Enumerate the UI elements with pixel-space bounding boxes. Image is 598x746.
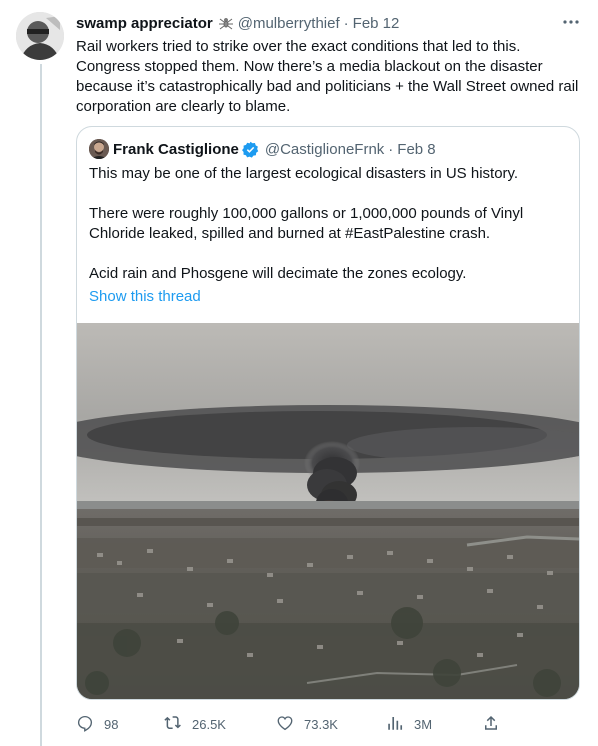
quoted-tweet[interactable]: Frank Castiglione @CastiglioneFrnk · Feb… (76, 126, 580, 700)
views-icon (386, 714, 414, 735)
views-button[interactable]: 3M (386, 712, 432, 736)
quote-separator: · (388, 140, 394, 158)
avatar[interactable] (16, 12, 64, 60)
quote-display-name[interactable]: Frank Castiglione (113, 141, 239, 158)
show-thread-link[interactable]: Show this thread (89, 288, 201, 305)
retweet-count: 26.5K (192, 716, 226, 732)
quote-header: Frank Castiglione @CastiglioneFrnk · Feb… (89, 139, 436, 159)
quote-handle[interactable]: @CastiglioneFrnk (265, 141, 384, 158)
reply-icon (76, 714, 104, 735)
reply-button[interactable]: 98 (76, 712, 118, 736)
views-count: 3M (414, 716, 433, 732)
quote-avatar (89, 139, 109, 159)
thread-line (40, 64, 42, 746)
handle[interactable]: @mulberrythief (238, 15, 340, 32)
share-button[interactable] (482, 712, 510, 736)
verified-icon (241, 141, 259, 158)
reply-count: 98 (104, 716, 119, 732)
tweet-text: Rail workers tried to strike over the ex… (76, 38, 579, 115)
retweet-button[interactable]: 26.5K (164, 712, 226, 736)
like-button[interactable]: 73.3K (276, 712, 338, 736)
more-icon[interactable] (560, 12, 582, 32)
quote-photo[interactable] (77, 323, 579, 699)
tweet-date[interactable]: Feb 12 (353, 15, 400, 32)
share-icon (482, 714, 510, 735)
retweet-icon (164, 714, 192, 735)
quote-date[interactable]: Feb 8 (397, 141, 435, 158)
quote-text: This may be one of the largest ecologica… (89, 165, 524, 282)
heart-icon (276, 714, 304, 735)
display-name[interactable]: swamp appreciator (76, 15, 213, 32)
separator: · (343, 14, 349, 32)
like-count: 73.3K (304, 716, 338, 732)
tweet-header: swamp appreciator @mulberrythief · Feb 1… (76, 13, 582, 33)
spider-icon (218, 15, 234, 31)
action-bar: 98 26.5K 73.3K 3M (76, 712, 497, 736)
